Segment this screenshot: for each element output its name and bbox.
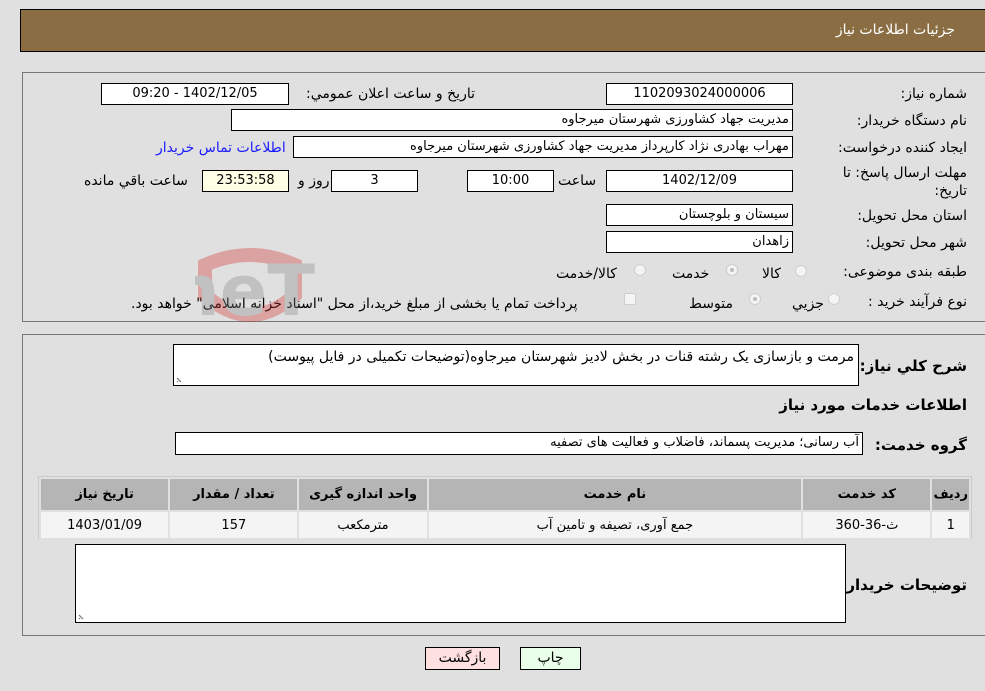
resize-grip-icon[interactable] <box>176 375 184 383</box>
service-group-label: گروه خدمت: <box>874 436 967 454</box>
requester-label: ایجاد کننده درخواست: <box>838 140 967 156</box>
col-row-number: ردیف <box>930 477 971 512</box>
cell-unit: مترمکعب <box>297 510 429 540</box>
treasury-bonds-checkbox[interactable] <box>624 293 636 305</box>
back-button[interactable]: بازگشت <box>425 647 500 670</box>
category-option-goods-service: کالا/خدمت <box>556 266 617 282</box>
announce-datetime-label: تاریخ و ساعت اعلان عمومي: <box>306 86 475 102</box>
cell-quantity: 157 <box>168 510 300 540</box>
deadline-label: مهلت ارسال پاسخ: تا تاریخ: <box>842 165 967 199</box>
col-need-date: تاریخ نیاز <box>38 477 171 512</box>
deadline-time-label: ساعت <box>558 173 597 189</box>
buyer-notes-textarea[interactable] <box>75 544 846 623</box>
col-quantity: تعداد / مقدار <box>168 477 300 512</box>
buyer-notes-label: توضیحات خریدار: <box>840 576 967 594</box>
cell-row-number: 1 <box>930 510 971 540</box>
purchase-radio-minor[interactable] <box>828 293 840 305</box>
table-row: 1 ث-36-360 جمع آوری، تصیفه و تامین آب مت… <box>38 510 971 540</box>
time-remaining-label: ساعت باقي مانده <box>84 173 188 189</box>
category-radio-service[interactable] <box>726 264 738 276</box>
purchase-type-label: نوع فرآیند خرید : <box>868 294 967 310</box>
cell-need-date: 1403/01/09 <box>38 510 171 540</box>
cell-service-name: جمع آوری، تصیفه و تامین آب <box>426 510 804 540</box>
category-option-service: خدمت <box>672 266 710 282</box>
services-section-title: اطلاعات خدمات مورد نیاز <box>779 396 967 414</box>
purchase-radio-medium[interactable] <box>749 293 761 305</box>
cell-service-code: ث-36-360 <box>801 510 933 540</box>
deadline-date-field: 1402/12/09 <box>606 170 793 192</box>
description-label: شرح كلي نياز: <box>859 357 967 375</box>
description-textarea[interactable]: مرمت و بازسازی یک رشته قنات در بخش لادیز… <box>173 344 859 386</box>
page-title: جزئیات اطلاعات نیاز <box>835 22 955 38</box>
announce-datetime-field: 1402/12/05 - 09:20 <box>101 83 289 105</box>
col-service-name: نام خدمت <box>426 477 804 512</box>
buyer-org-label: نام دستگاه خریدار: <box>856 113 967 129</box>
days-label: روز و <box>298 173 330 189</box>
category-option-goods: کالا <box>762 266 781 282</box>
purchase-option-medium: متوسط <box>689 296 733 312</box>
need-number-label: شماره نیاز: <box>900 86 968 102</box>
need-number-field: 1102093024000006 <box>606 83 793 105</box>
page-header: جزئیات اطلاعات نیاز <box>20 9 985 52</box>
days-remaining-field: 3 <box>331 170 418 192</box>
table-header-row: ردیف کد خدمت نام خدمت واحد اندازه گیری ت… <box>38 477 971 512</box>
buyer-contact-link[interactable]: اطلاعات تماس خریدار <box>156 139 286 157</box>
services-table: ردیف کد خدمت نام خدمت واحد اندازه گیری ت… <box>38 477 971 540</box>
buyer-org-field: مدیریت جهاد کشاورزی شهرستان میرجاوه <box>231 109 793 131</box>
col-service-code: کد خدمت <box>801 477 933 512</box>
category-radio-goods-service[interactable] <box>634 264 646 276</box>
description-text: مرمت و بازسازی یک رشته قنات در بخش لادیز… <box>268 349 854 365</box>
category-radio-goods[interactable] <box>795 265 807 277</box>
treasury-bonds-note: پرداخت تمام یا بخشی از مبلغ خرید،از محل … <box>131 296 578 312</box>
city-label: شهر محل تحویل: <box>865 235 967 251</box>
deadline-time-field: 10:00 <box>467 170 554 192</box>
service-group-field: آب رسانی؛ مدیریت پسماند، فاضلاب و فعالیت… <box>175 432 863 455</box>
time-remaining-field: 23:53:58 <box>202 170 289 192</box>
resize-grip-icon[interactable] <box>78 612 86 620</box>
province-label: استان محل تحویل: <box>857 208 967 224</box>
requester-field: مهراب بهادری نژاد کارپرداز مدیریت جهاد ک… <box>293 136 793 158</box>
category-label: طبقه بندی موضوعی: <box>843 264 967 280</box>
purchase-option-minor: جزيي <box>792 296 824 312</box>
col-unit: واحد اندازه گیری <box>297 477 429 512</box>
province-field: سیستان و بلوچستان <box>606 204 793 226</box>
city-field: زاهدان <box>606 231 793 253</box>
print-button[interactable]: چاپ <box>520 647 581 670</box>
